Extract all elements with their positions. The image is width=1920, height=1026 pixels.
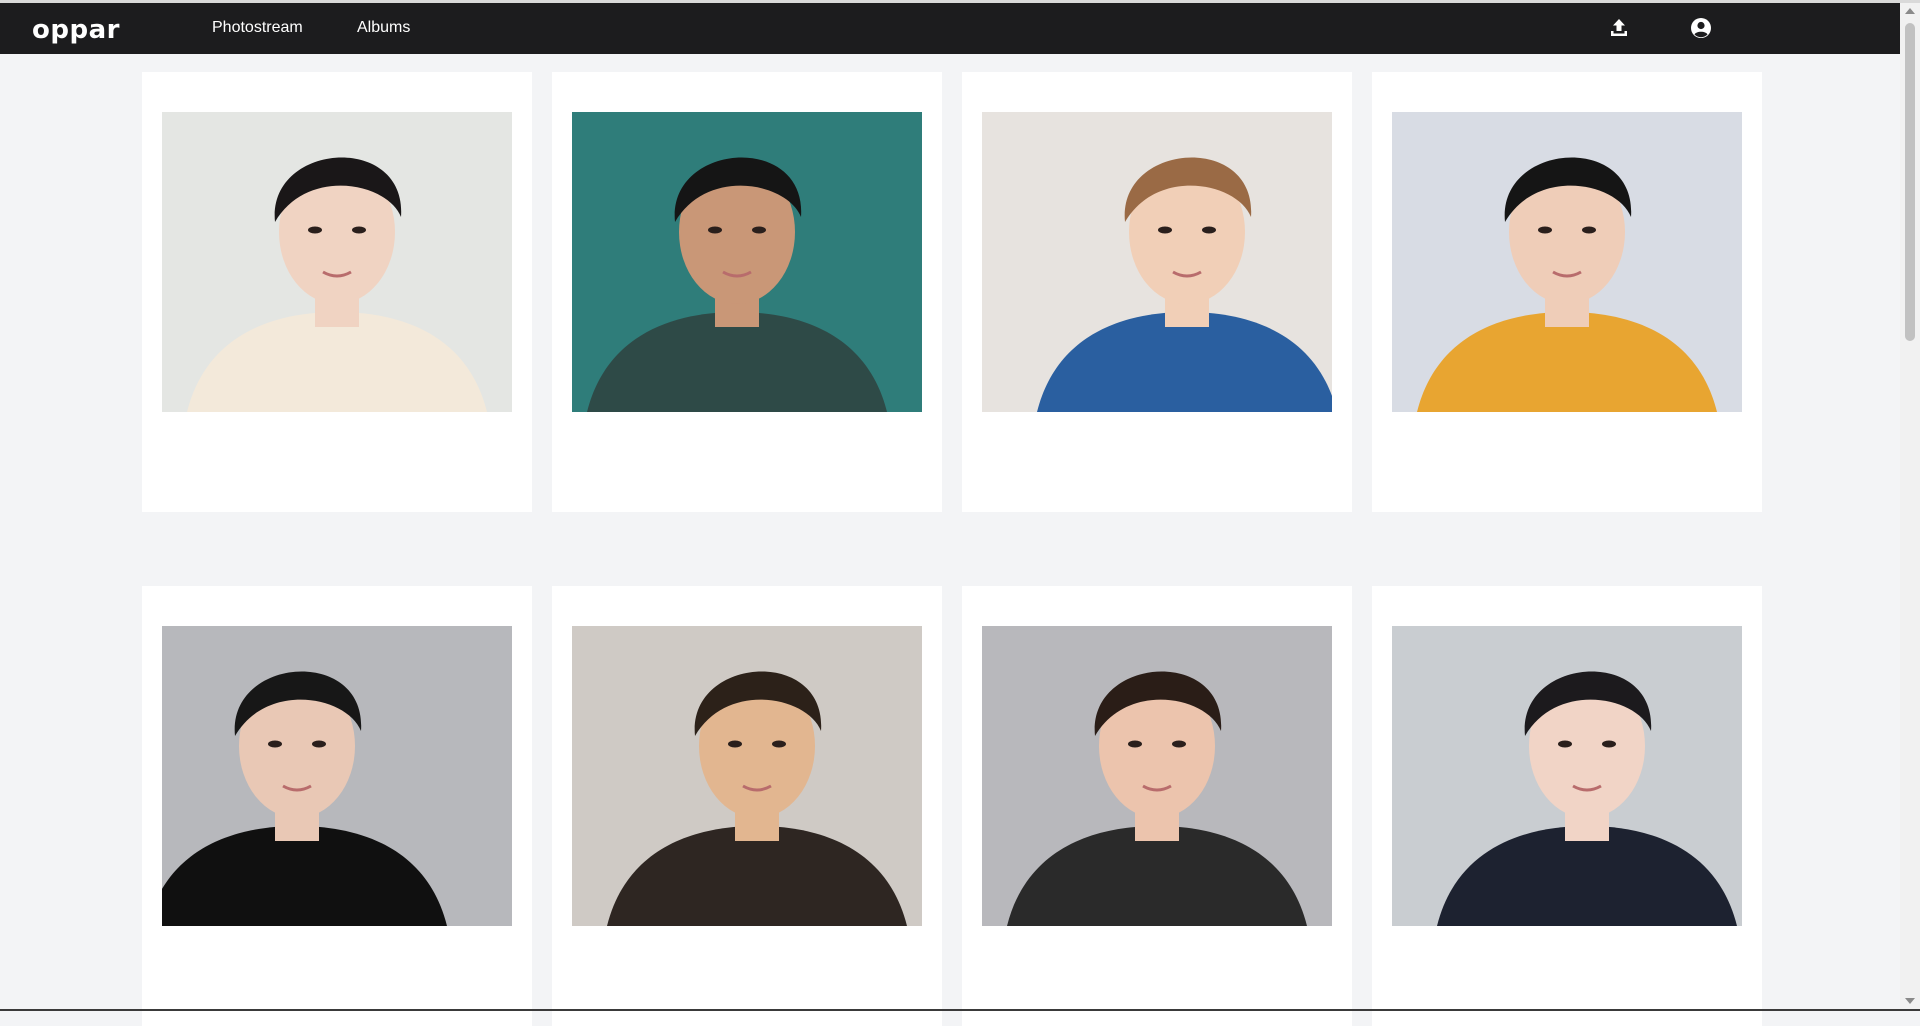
- scroll-down-arrow-icon[interactable]: [1905, 998, 1915, 1004]
- photo-card[interactable]: [1372, 586, 1762, 1026]
- photo-card[interactable]: [552, 586, 942, 1026]
- scroll-thumb[interactable]: [1905, 23, 1915, 341]
- top-navbar: oppar Photostream Albums: [0, 3, 1900, 54]
- scroll-up-arrow-icon[interactable]: [1905, 8, 1915, 14]
- vertical-scrollbar[interactable]: [1900, 3, 1920, 1009]
- photo-card[interactable]: [142, 586, 532, 1026]
- photo-thumbnail[interactable]: [1392, 626, 1742, 926]
- photo-card[interactable]: [962, 586, 1352, 1026]
- photo-thumbnail[interactable]: [572, 626, 922, 926]
- photo-thumbnail[interactable]: [572, 112, 922, 412]
- photo-card[interactable]: [1372, 72, 1762, 512]
- user-circle-icon[interactable]: [1689, 16, 1713, 40]
- photo-card[interactable]: [962, 72, 1352, 512]
- photo-thumbnail[interactable]: [982, 626, 1332, 926]
- photo-grid: [142, 72, 1762, 1026]
- photo-thumbnail[interactable]: [1392, 112, 1742, 412]
- logo[interactable]: oppar: [32, 15, 120, 45]
- photo-card[interactable]: [142, 72, 532, 512]
- nav-link-albums[interactable]: Albums: [357, 19, 410, 37]
- nav-link-photostream[interactable]: Photostream: [212, 19, 303, 37]
- photo-card[interactable]: [552, 72, 942, 512]
- upload-icon[interactable]: [1607, 16, 1631, 40]
- photo-thumbnail[interactable]: [982, 112, 1332, 412]
- photo-thumbnail[interactable]: [162, 626, 512, 926]
- photo-thumbnail[interactable]: [162, 112, 512, 412]
